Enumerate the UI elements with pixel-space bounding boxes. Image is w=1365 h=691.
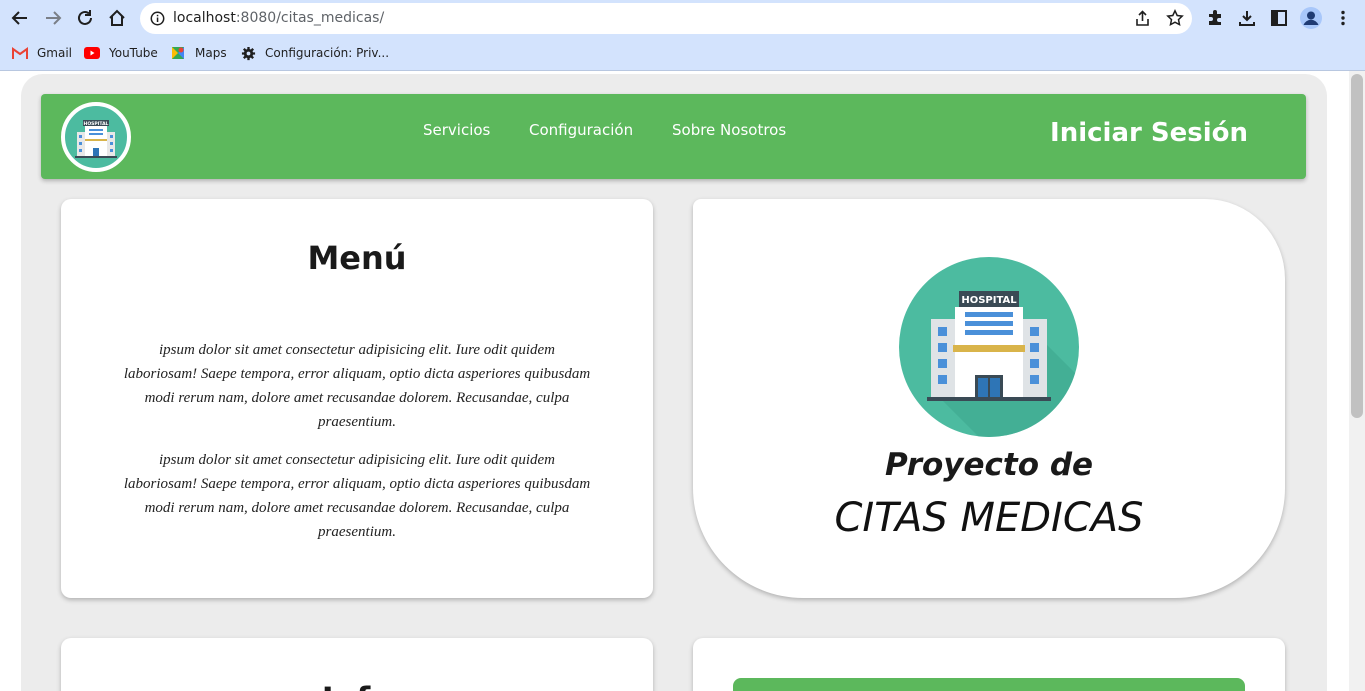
info-icon: [150, 11, 165, 26]
hospital-illustration: HOSPITAL: [899, 257, 1079, 437]
hospital-icon: HOSPITAL: [75, 120, 117, 158]
home-icon: [109, 9, 125, 26]
download-icon: [1239, 11, 1255, 26]
hospital-building-icon: HOSPITAL: [927, 291, 1079, 437]
home-button[interactable]: [105, 6, 129, 30]
bookmarks-bar: Gmail YouTube Maps Configuración: Priv..…: [0, 36, 1365, 71]
menu-card: Menú ipsum dolor sit amet consectetur ad…: [61, 199, 653, 598]
reload-button[interactable]: [73, 6, 97, 30]
gmail-icon: [12, 45, 28, 61]
menu-title: Menú: [307, 239, 407, 277]
nav-configuracion[interactable]: Configuración: [529, 121, 633, 139]
nav-sobre-nosotros[interactable]: Sobre Nosotros: [672, 121, 786, 139]
side-panel-icon: [1271, 10, 1287, 26]
menu-paragraph: ipsum dolor sit amet consectetur adipisi…: [123, 342, 591, 430]
puzzle-icon: [1209, 10, 1221, 25]
bookmark-maps[interactable]: Maps: [170, 45, 227, 61]
share-icon[interactable]: [1134, 10, 1151, 27]
gear-icon: [240, 45, 256, 61]
url-text: localhost:8080/citas_medicas/: [173, 10, 385, 26]
info-card: Info: [61, 638, 653, 691]
nav-servicios[interactable]: Servicios: [423, 121, 490, 139]
project-title: CITAS MEDICAS: [834, 495, 1144, 541]
secondary-card: [693, 638, 1285, 691]
project-subtitle: Proyecto de: [884, 447, 1094, 483]
star-icon[interactable]: [1166, 9, 1184, 27]
downloads-button[interactable]: [1235, 6, 1259, 30]
maps-icon: [170, 45, 186, 61]
reload-icon: [78, 10, 92, 25]
extensions-button[interactable]: [1203, 6, 1227, 30]
side-panel-button[interactable]: [1267, 6, 1291, 30]
site-header: HOSPITAL Servicios Configuración Sobre N…: [41, 94, 1306, 179]
kebab-menu-icon: [1341, 10, 1345, 26]
bookmark-gmail[interactable]: Gmail: [12, 45, 72, 61]
hospital-logo[interactable]: HOSPITAL: [61, 102, 131, 172]
menu-button[interactable]: [1331, 6, 1355, 30]
browser-toolbar: localhost:8080/citas_medicas/: [0, 0, 1365, 36]
login-button[interactable]: Iniciar Sesión: [1050, 118, 1248, 148]
bookmark-youtube[interactable]: YouTube: [84, 45, 158, 61]
back-button[interactable]: [8, 6, 32, 30]
avatar-icon: [1300, 7, 1322, 29]
svg-text:HOSPITAL: HOSPITAL: [961, 295, 1017, 306]
forward-button[interactable]: [41, 6, 65, 30]
green-banner: [733, 678, 1245, 691]
profile-button[interactable]: [1299, 6, 1323, 30]
menu-paragraph: ipsum dolor sit amet consectetur adipisi…: [123, 452, 591, 540]
scrollbar-thumb[interactable]: [1351, 74, 1363, 418]
project-card: HOSPITAL Proyecto de CITAS MEDICAS: [693, 199, 1285, 598]
bookmark-config[interactable]: Configuración: Priv...: [240, 45, 389, 61]
info-title: Info: [61, 680, 653, 691]
arrow-left-icon: [11, 11, 27, 25]
address-bar[interactable]: localhost:8080/citas_medicas/: [140, 3, 1192, 34]
arrow-right-icon: [46, 11, 62, 25]
youtube-icon: [84, 45, 100, 61]
